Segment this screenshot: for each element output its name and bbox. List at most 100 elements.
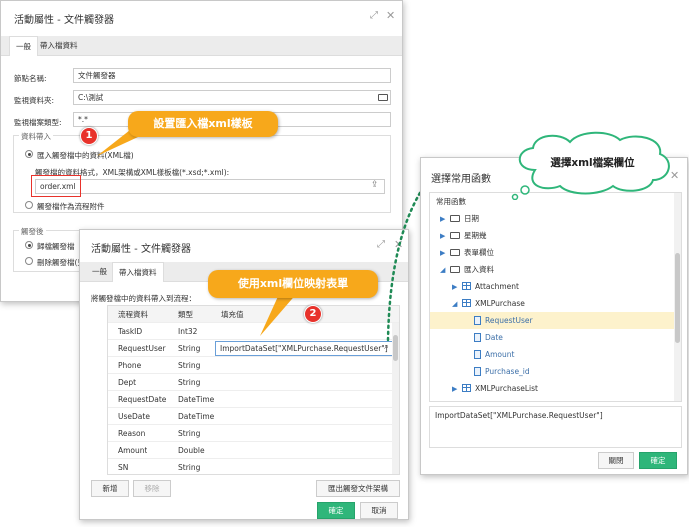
radio-delete[interactable]	[25, 257, 33, 265]
tree-item-label: 表單欄位	[464, 248, 494, 257]
tree-item-label: Purchase_id	[485, 367, 530, 376]
cell-type: DateTime	[178, 395, 215, 404]
tree-item-label: Amount	[485, 350, 515, 359]
table-row[interactable]: Phone String	[108, 357, 399, 374]
cell-name: UseDate	[118, 412, 150, 421]
cell-name: Phone	[118, 361, 142, 370]
chevron-down-icon[interactable]: ◢	[452, 296, 460, 313]
expression-box[interactable]: ImportDataSet["XMLPurchase.RequestUser"]	[429, 406, 682, 448]
watch-folder-input[interactable]: C:\測試	[73, 90, 391, 105]
tree-item-label: 匯入資料	[464, 265, 494, 274]
cell-name: TaskID	[118, 327, 143, 336]
import-legend: 資料帶入	[19, 131, 53, 142]
tree-item-label: Attachment	[475, 282, 519, 291]
tree-item[interactable]: Date	[430, 329, 674, 346]
confirm-button[interactable]: 確定	[639, 452, 677, 469]
step-badge-1: 1	[80, 127, 98, 145]
tree-header: 常用函數	[436, 197, 466, 206]
add-button[interactable]: 新增	[91, 480, 129, 497]
remove-button[interactable]: 移除	[133, 480, 171, 497]
cell-type: String	[178, 463, 201, 472]
expression-text: ImportDataSet["XMLPurchase.RequestUser"]	[435, 411, 603, 420]
table-icon	[462, 282, 471, 290]
tree-item-label: RequestUser	[485, 316, 533, 325]
node-name-input[interactable]: 文件觸發器	[73, 68, 391, 83]
tree-item[interactable]: ◢ XMLPurchase	[430, 295, 674, 312]
table-row[interactable]: Amount Double	[108, 442, 399, 459]
value-input[interactable]: ImportDataSet["XMLPurchase.RequestUser"]…	[215, 341, 393, 356]
tab-general[interactable]: 一般	[86, 262, 113, 282]
tree-item[interactable]: RequestUser	[430, 312, 674, 329]
tree-item[interactable]: Purchase_id	[430, 363, 674, 380]
cancel-button[interactable]: 取消	[360, 502, 398, 519]
tree-item[interactable]: ▶ 日期	[430, 210, 674, 227]
cloud-callout-text: 選擇xml檔案欄位	[550, 157, 635, 169]
cell-name: Amount	[118, 446, 148, 455]
watch-type-label: 監視檔案類型:	[14, 118, 62, 127]
tree-item[interactable]: ▶ Attachment	[430, 278, 674, 295]
upload-icon[interactable]: ⇪	[371, 180, 379, 190]
cell-type: Int32	[178, 327, 198, 336]
close-button[interactable]: 關閉	[598, 452, 634, 469]
function-dialog: 選擇常用函數 ✕ 常用函數 ▶ 日期 ▶ 星期幾 ▶ 表單欄位 ◢ 匯入資料 ▶ Attachme…	[420, 157, 688, 475]
tree-item-label: 日期	[464, 214, 479, 223]
folder-icon	[450, 232, 460, 239]
table-row[interactable]: SN String	[108, 459, 399, 474]
table-row[interactable]: TaskID Int32	[108, 323, 399, 340]
close-icon[interactable]: ✕	[386, 9, 395, 22]
export-schema-button[interactable]: 匯出觸發文件架構	[316, 480, 400, 497]
import-instruction: 將觸發檔中的資料帶入到流程：	[91, 294, 196, 303]
tree-item[interactable]: ◢ 匯入資料	[430, 261, 674, 278]
cell-type: String	[178, 378, 201, 387]
radio-attachment[interactable]	[25, 201, 33, 209]
cell-name: RequestUser	[118, 344, 166, 353]
tree-item-label: 星期幾	[464, 231, 487, 240]
table-row[interactable]: RequestDate DateTime	[108, 391, 399, 408]
chevron-down-icon[interactable]: ◢	[440, 262, 448, 279]
cell-type: String	[178, 429, 201, 438]
schema-input[interactable]: order.xml	[35, 179, 385, 194]
folder-icon	[450, 215, 460, 222]
chevron-right-icon[interactable]: ▶	[440, 211, 448, 228]
chevron-right-icon[interactable]: ▶	[452, 279, 460, 296]
expand-icon[interactable]: ⤢	[370, 10, 378, 21]
table-icon	[462, 299, 471, 307]
chevron-right-icon[interactable]: ▶	[452, 381, 460, 398]
radio-import-xml[interactable]	[25, 150, 33, 158]
callout-2: 使用xml欄位映射表單	[208, 270, 378, 298]
tree-item[interactable]: ▶ 星期幾	[430, 227, 674, 244]
tree-item-label: Date	[485, 333, 503, 342]
field-icon	[474, 367, 481, 376]
tab-import-data[interactable]: 帶入檔資料	[34, 36, 84, 56]
tree-item[interactable]: ▶ 表單欄位	[430, 244, 674, 261]
cell-value: ImportDataSet["XMLPurchase.RequestUser"]	[220, 344, 388, 353]
chevron-right-icon[interactable]: ▶	[440, 228, 448, 245]
watch-folder-label: 監視資料夾:	[14, 96, 55, 105]
chevron-right-icon[interactable]: ▶	[440, 245, 448, 262]
ok-button[interactable]: 確定	[317, 502, 355, 519]
tree-item[interactable]: Amount	[430, 346, 674, 363]
field-icon	[474, 316, 481, 325]
main-dialog-title: 活動屬性 - 文件觸發器	[14, 15, 114, 26]
table-row[interactable]: UseDate DateTime	[108, 408, 399, 425]
step-badge-2: 2	[304, 305, 322, 323]
tree-scrollbar[interactable]	[674, 193, 681, 401]
cell-type: String	[178, 344, 201, 353]
cell-type: String	[178, 361, 201, 370]
folder-browse-icon[interactable]	[378, 94, 388, 101]
radio-delete-label: 刪除觸發檔(只	[37, 258, 85, 267]
table-row[interactable]: RequestUser String ImportDataSet["XMLPurch…	[108, 340, 399, 357]
field-icon	[474, 333, 481, 342]
tree-item[interactable]: ▶ XMLPurchaseList	[430, 380, 674, 397]
grid-header: 流程資料 類型 填充值	[108, 306, 399, 323]
radio-archive-label: 歸檔觸發檔	[37, 242, 75, 251]
function-tree-panel: 常用函數 ▶ 日期 ▶ 星期幾 ▶ 表單欄位 ◢ 匯入資料 ▶ Attachment ◢ XMLPur…	[429, 192, 682, 402]
folder-icon	[450, 249, 460, 256]
radio-archive[interactable]	[25, 241, 33, 249]
grid-scrollbar[interactable]	[392, 323, 399, 474]
tab-import-data[interactable]: 帶入檔資料	[112, 262, 164, 282]
table-row[interactable]: Dept String	[108, 374, 399, 391]
cell-name: Dept	[118, 378, 137, 387]
table-row[interactable]: Reason String	[108, 425, 399, 442]
after-legend: 觸發後	[19, 226, 46, 237]
